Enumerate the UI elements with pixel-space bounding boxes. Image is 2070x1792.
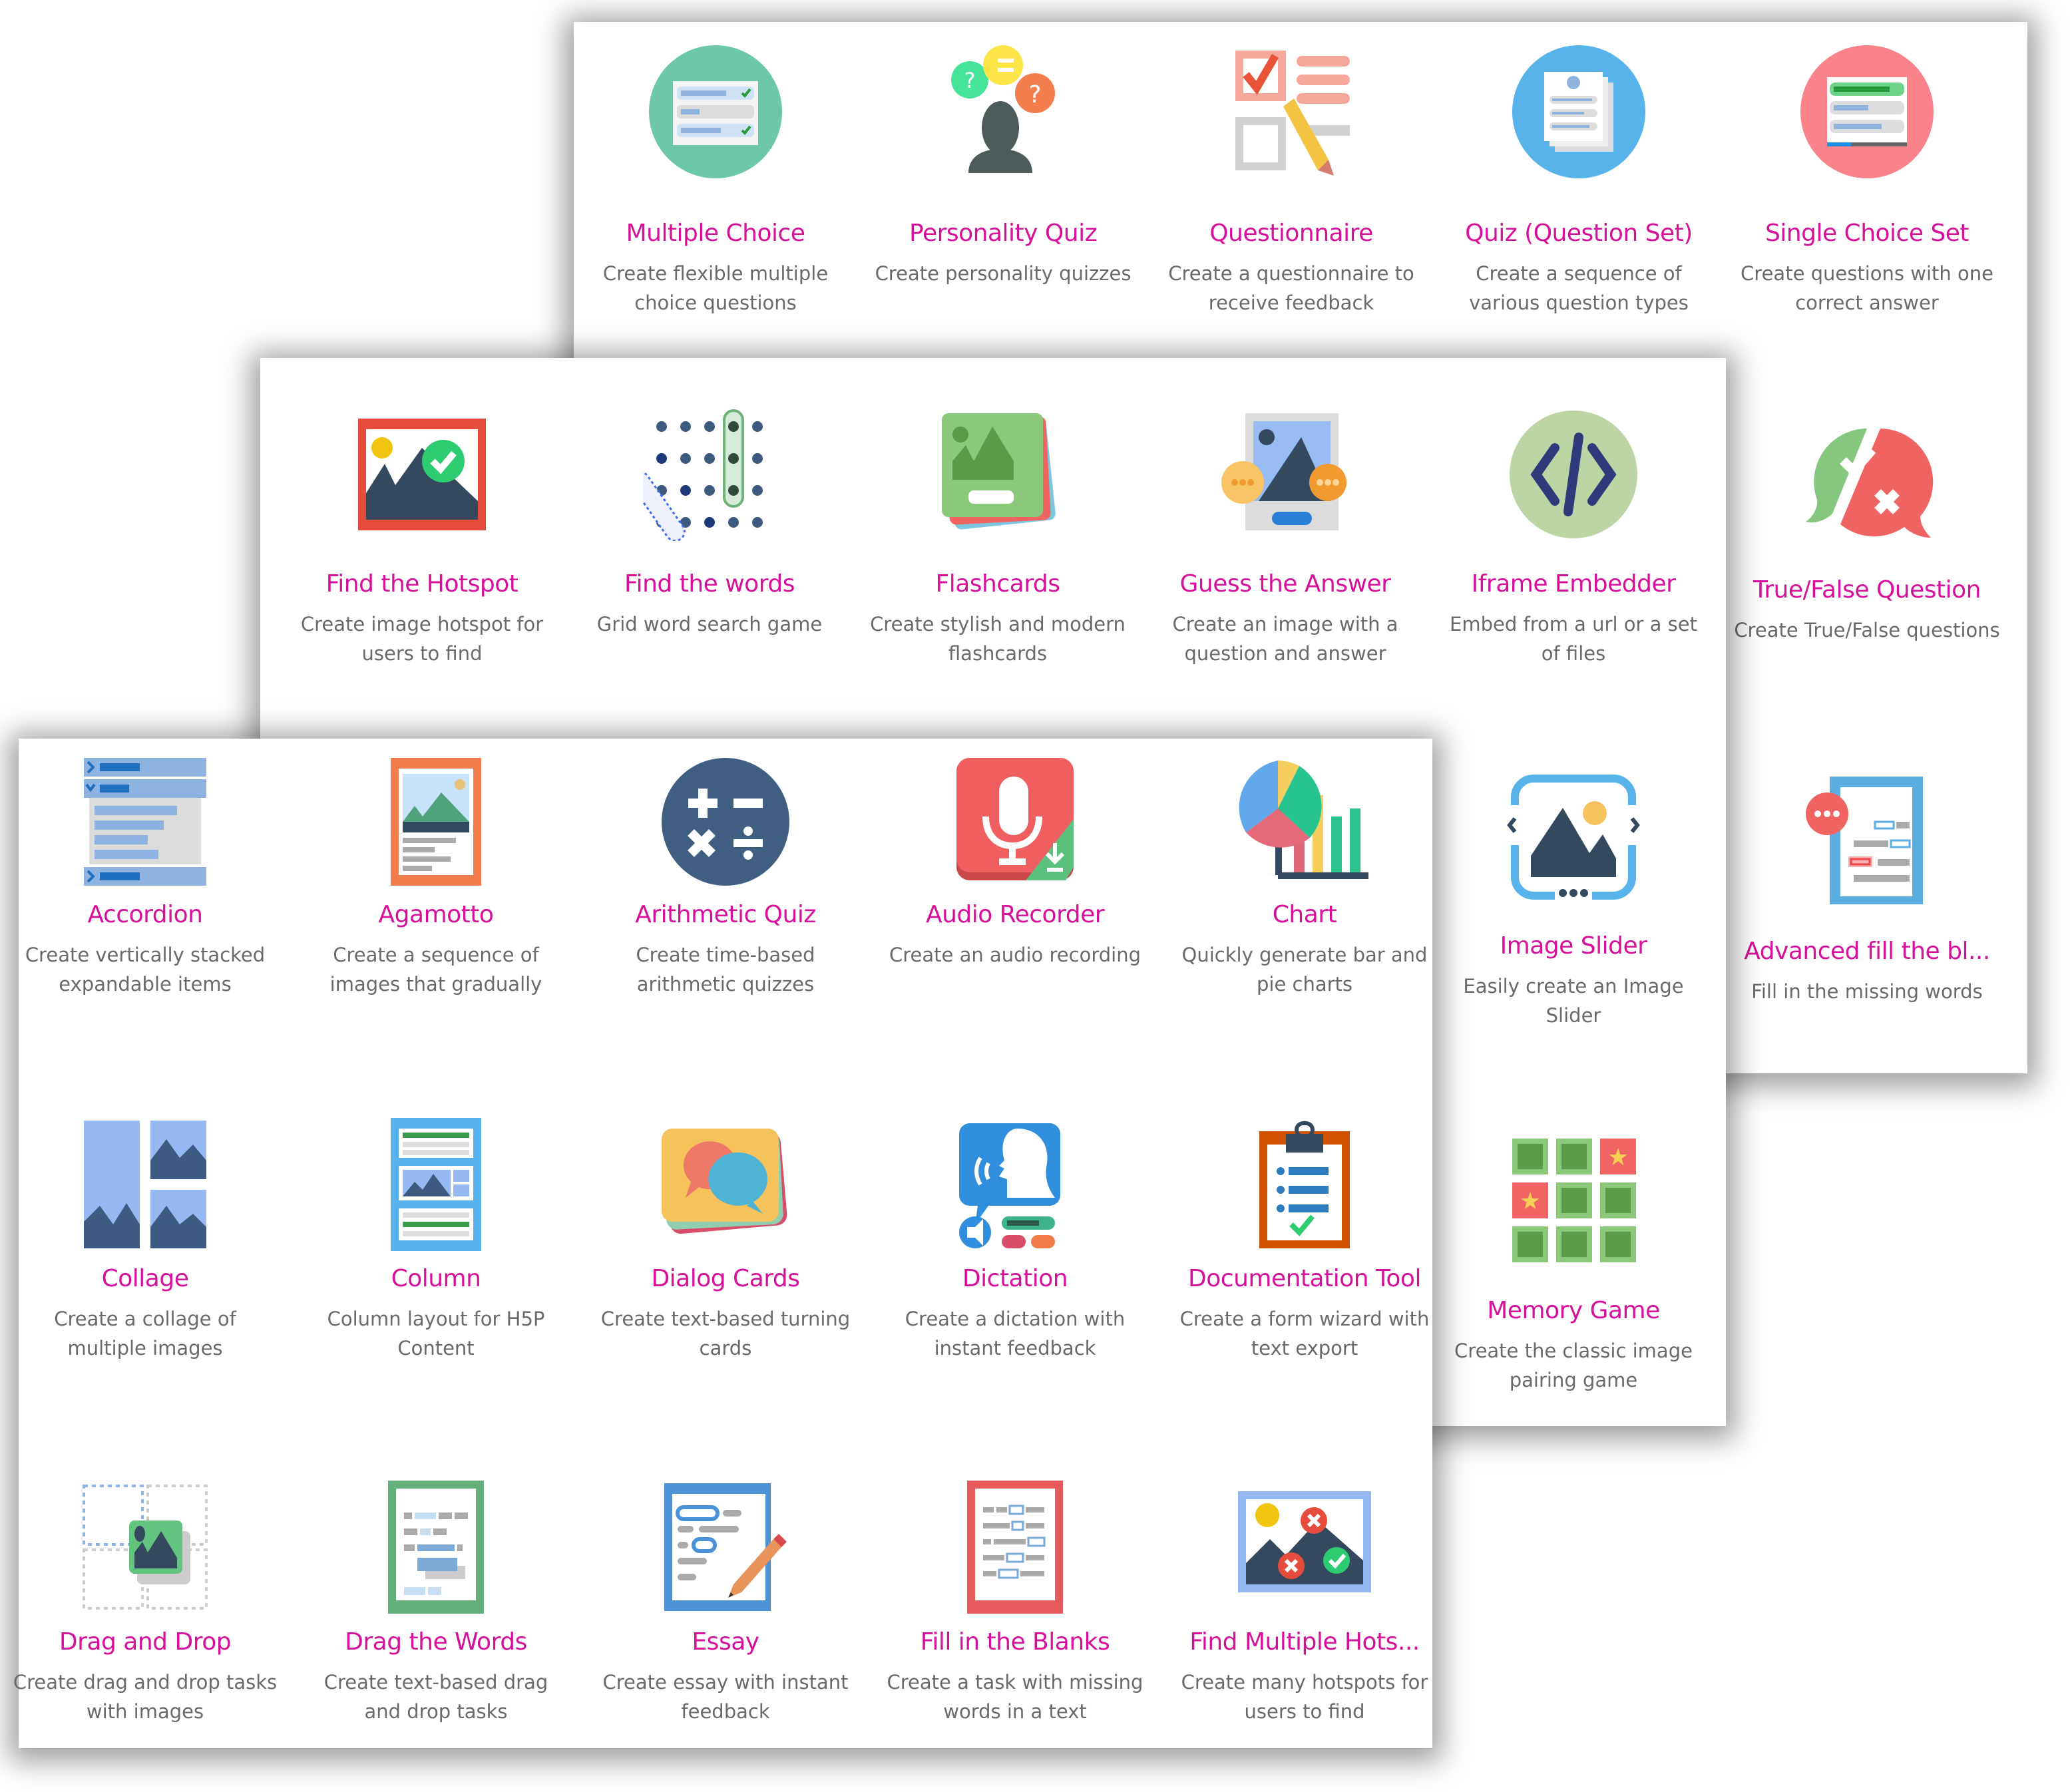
questionnaire-icon	[1225, 45, 1358, 178]
item-description: Create a questionnaire to receive feedba…	[1168, 262, 1414, 314]
front-panel: Accordion Create vertically stacked expan…	[13, 739, 1432, 1748]
personality-quiz-icon: ??	[936, 45, 1070, 178]
item-title[interactable]: Find Multiple Hots...	[1165, 1628, 1444, 1657]
item-title[interactable]: Quiz (Question Set)	[1439, 219, 1719, 248]
find-hotspot-icon	[355, 408, 489, 541]
drag-the-words-icon	[369, 1481, 503, 1614]
fill-in-blanks-icon	[948, 1481, 1082, 1614]
item-title[interactable]: Advanced fill the bl...	[1727, 937, 2007, 966]
item-description: Fill in the missing words	[1751, 980, 1983, 1003]
content-type-item[interactable]: Essay Create essay with instant feedback	[586, 739, 865, 1734]
content-type-item[interactable]: Find the words Grid word search game	[570, 358, 849, 676]
item-title[interactable]: Essay	[586, 1628, 865, 1657]
content-type-item[interactable]: Quiz (Question Set) Create a sequence of …	[1439, 22, 1719, 325]
questionnaire-icon-graphic	[1235, 51, 1350, 176]
svg-text:?: ?	[964, 68, 976, 93]
find-hotspot-icon-graphic	[358, 419, 486, 530]
fill-in-blanks-icon-graphic	[967, 1481, 1063, 1614]
question-set-icon	[1512, 45, 1645, 178]
memory-game-icon-graphic: ★★	[1512, 1139, 1636, 1262]
content-type-item[interactable]: Flashcards Create stylish and modern flas…	[858, 358, 1138, 676]
memory-game-icon: ★ ★	[1507, 1133, 1640, 1266]
content-type-item[interactable]: Find the Hotspot Create image hotspot for…	[282, 358, 562, 676]
advanced-fill-blanks-icon	[1800, 774, 1934, 907]
item-title[interactable]: Memory Game	[1434, 1296, 1713, 1326]
item-description: Create many hotspots for users to find	[1181, 1671, 1428, 1723]
item-title[interactable]: Drag the Words	[296, 1628, 576, 1657]
item-description: Create the classic image pairing game	[1454, 1340, 1693, 1391]
item-title[interactable]: Fill in the Blanks	[875, 1628, 1155, 1657]
content-type-item[interactable]: ?? Personality Quiz Create personality qui…	[863, 22, 1143, 325]
content-type-item[interactable]: Find Multiple Hots... Create many hotspot…	[1165, 739, 1444, 1734]
essay-icon-graphic	[664, 1483, 787, 1611]
item-description: Create personality quizzes	[875, 262, 1132, 285]
item-description: Create drag and drop tasks with images	[13, 1671, 278, 1723]
drag-the-words-icon-graphic	[388, 1481, 484, 1614]
multiple-choice-icon	[649, 45, 782, 178]
item-title[interactable]: Personality Quiz	[863, 219, 1143, 248]
personality-quiz-icon-graphic: ??	[951, 45, 1055, 173]
item-title[interactable]: Flashcards	[858, 570, 1138, 599]
guess-answer-icon	[1219, 408, 1352, 541]
content-type-item[interactable]: Questionnaire Create a questionnaire to r…	[1151, 22, 1431, 325]
find-multiple-hotspots-icon-graphic	[1238, 1491, 1371, 1592]
find-multiple-hotspots-icon	[1238, 1481, 1371, 1614]
essay-icon	[659, 1481, 792, 1614]
flashcards-icon	[931, 408, 1064, 541]
item-title[interactable]: Multiple Choice	[576, 219, 855, 248]
item-title[interactable]: Find the words	[570, 570, 849, 599]
item-title[interactable]: Questionnaire	[1151, 219, 1431, 248]
item-description: Create flexible multiple choice question…	[602, 262, 829, 314]
item-description: Create essay with instant feedback	[602, 1671, 849, 1723]
find-words-icon	[643, 408, 776, 541]
svg-text:★: ★	[1607, 1144, 1629, 1171]
content-type-item[interactable]: Multiple Choice Create flexible multiple …	[576, 22, 855, 325]
multiple-choice-icon-graphic	[649, 45, 782, 178]
item-description: Create text-based drag and drop tasks	[323, 1671, 548, 1723]
drag-and-drop-icon	[79, 1481, 212, 1614]
item-description: Create stylish and modern flashcards	[870, 613, 1126, 665]
content-type-item[interactable]: Drag the Words Create text-based drag and…	[296, 739, 576, 1734]
find-words-icon-graphic	[643, 409, 763, 541]
item-title[interactable]: Drag and Drop	[5, 1628, 285, 1657]
item-description: Grid word search game	[596, 613, 823, 635]
item-description: Create an image with a question and answ…	[1172, 613, 1398, 665]
item-description: Create image hotspot for users to find	[300, 613, 544, 665]
drag-and-drop-icon-graphic	[83, 1485, 208, 1610]
svg-text:?: ?	[1028, 81, 1041, 108]
item-title[interactable]: Find the Hotspot	[282, 570, 562, 599]
content-type-item[interactable]: Advanced fill the bl... Fill in the missi…	[1727, 22, 2007, 1043]
content-type-item[interactable]: Drag and Drop Create drag and drop tasks …	[5, 739, 285, 1734]
item-title[interactable]: Guess the Answer	[1145, 570, 1425, 599]
advanced-fill-blanks-icon-graphic	[1806, 777, 1923, 904]
item-description: Create a sequence of various question ty…	[1469, 262, 1689, 314]
content-type-item[interactable]: Fill in the Blanks Create a task with mis…	[875, 739, 1155, 1734]
flashcards-icon-graphic	[942, 413, 1056, 530]
guess-answer-icon-graphic	[1221, 413, 1346, 530]
content-type-item[interactable]: Guess the Answer Create an image with a q…	[1145, 358, 1425, 676]
question-set-icon-graphic	[1512, 45, 1645, 178]
content-type-item[interactable]: ★ ★ Memory Game Create the classic image pa…	[1434, 358, 1713, 1403]
item-description: Create a task with missing words in a te…	[887, 1671, 1143, 1723]
svg-text:★: ★	[1520, 1188, 1541, 1215]
